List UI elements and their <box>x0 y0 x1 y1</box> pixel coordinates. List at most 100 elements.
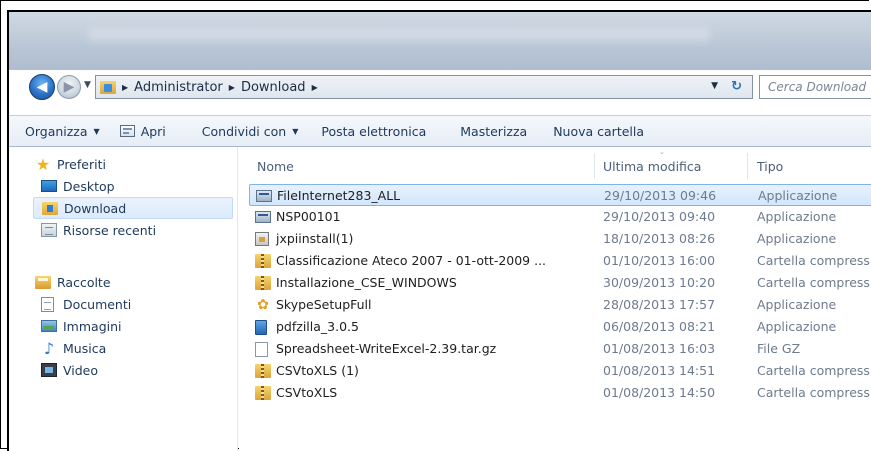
sidebar-group-libraries[interactable]: Raccolte <box>35 271 111 293</box>
column-header-name[interactable]: Nome <box>257 147 294 185</box>
file-row[interactable]: NSP00101 29/10/2013 09:40 Applicazione <box>249 206 871 228</box>
sidebar-item-music[interactable]: ♪ Musica <box>41 337 221 359</box>
star-icon: ★ <box>35 154 51 174</box>
pane-splitter[interactable] <box>237 147 238 451</box>
file-name: CSVtoXLS <box>276 385 338 400</box>
application-icon <box>255 211 271 223</box>
email-label: Posta elettronica <box>321 123 427 139</box>
file-name-cell: ✿ SkypeSetupFull <box>255 294 595 316</box>
file-type: Cartella compress <box>757 385 870 400</box>
burn-button[interactable]: Masterizza <box>460 124 527 139</box>
file-type: Cartella compress <box>757 253 870 268</box>
recent-places-icon <box>41 223 57 237</box>
search-input[interactable] <box>760 76 871 98</box>
file-type: Applicazione <box>757 297 837 312</box>
installer-icon <box>255 232 269 246</box>
email-button[interactable]: Posta elettronica <box>321 124 426 139</box>
download-folder-icon <box>42 201 58 215</box>
back-button[interactable]: ◀ <box>29 74 55 100</box>
file-type: File GZ <box>757 341 801 356</box>
refresh-icon[interactable]: ↻ <box>731 79 742 94</box>
file-modified: 29/10/2013 09:40 <box>603 209 716 224</box>
open-app-icon <box>119 125 135 137</box>
file-name: Classificazione Ateco 2007 - 01-ott-2009… <box>276 253 547 268</box>
file-modified: 01/08/2013 14:51 <box>603 363 716 378</box>
breadcrumb-separator-icon[interactable]: ▶ <box>229 83 235 92</box>
breadcrumb-administrator[interactable]: Administrator <box>134 80 223 95</box>
column-divider[interactable] <box>747 153 748 179</box>
file-modified: 01/08/2013 16:03 <box>603 341 716 356</box>
explorer-window: ◀ ▶ ▼ ▶ Administrator ▶ Download ▶ ▼ ↻ O… <box>7 10 871 451</box>
organize-button[interactable]: Organizza ▼ <box>25 124 100 139</box>
sidebar-item-video[interactable]: Video <box>41 359 221 381</box>
navigation-pane: ★ Preferiti Desktop Download Risorse rec… <box>9 147 237 451</box>
file-modified: 30/09/2013 10:20 <box>603 275 716 290</box>
pdf-app-icon <box>255 319 267 335</box>
address-bar[interactable]: ▶ Administrator ▶ Download ▶ ▼ ↻ <box>95 75 753 99</box>
sidebar-item-label: Immagini <box>63 318 122 334</box>
file-name-cell: NSP00101 <box>255 206 595 228</box>
sidebar-item-pictures[interactable]: Immagini <box>41 315 221 337</box>
file-row[interactable]: FileInternet283_ALL 29/10/2013 09:46 App… <box>249 184 871 206</box>
file-row[interactable]: CSVtoXLS (1) 01/08/2013 14:51 Cartella c… <box>249 360 871 382</box>
sidebar-item-download[interactable]: Download <box>33 197 233 219</box>
address-dropdown-icon[interactable]: ▼ <box>711 81 718 91</box>
file-row[interactable]: ✿ SkypeSetupFull 28/08/2013 17:57 Applica… <box>249 294 871 316</box>
pictures-icon <box>41 320 57 332</box>
column-divider[interactable] <box>594 153 595 179</box>
application-icon <box>256 190 272 202</box>
sidebar-item-desktop[interactable]: Desktop <box>41 175 221 197</box>
file-row[interactable]: jxpiinstall(1) 18/10/2013 08:26 Applicaz… <box>249 228 871 250</box>
file-name: NSP00101 <box>276 209 341 224</box>
file-name-cell: CSVtoXLS (1) <box>255 360 595 382</box>
back-arrow-icon: ◀ <box>36 79 48 95</box>
sidebar-item-label: Desktop <box>63 178 115 194</box>
file-name: CSVtoXLS (1) <box>276 363 359 378</box>
recent-pages-dropdown[interactable]: ▼ <box>84 80 91 90</box>
caret-down-icon: ▼ <box>93 126 100 136</box>
documents-icon <box>41 296 54 312</box>
breadcrumb-download[interactable]: Download <box>241 80 306 95</box>
libraries-icon <box>35 275 51 289</box>
file-type: Applicazione <box>757 231 837 246</box>
file-name-cell: Classificazione Ateco 2007 - 01-ott-2009… <box>255 250 595 272</box>
file-row[interactable]: Classificazione Ateco 2007 - 01-ott-2009… <box>249 250 871 272</box>
burn-label: Masterizza <box>460 123 528 139</box>
gz-file-icon <box>255 341 268 357</box>
file-type: Applicazione <box>757 209 837 224</box>
file-modified: 18/10/2013 08:26 <box>603 231 716 246</box>
file-name: FileInternet283_ALL <box>277 188 401 203</box>
sidebar-group-favorites[interactable]: ★ Preferiti <box>35 153 106 175</box>
forward-button[interactable]: ▶ <box>57 75 81 99</box>
download-folder-icon <box>100 80 116 94</box>
column-header-type[interactable]: Tipo <box>757 147 783 185</box>
new-folder-button[interactable]: Nuova cartella <box>553 124 644 139</box>
file-modified: 29/10/2013 09:46 <box>604 188 717 203</box>
file-name: SkypeSetupFull <box>276 297 372 312</box>
file-row[interactable]: Spreadsheet-WriteExcel-2.39.tar.gz 01/08… <box>249 338 871 360</box>
zip-folder-icon <box>255 254 271 268</box>
file-name: jxpiinstall(1) <box>276 231 354 246</box>
sidebar-item-documents[interactable]: Documenti <box>41 293 221 315</box>
sidebar-item-label: Video <box>63 362 99 378</box>
sidebar-item-recent-places[interactable]: Risorse recenti <box>41 219 221 241</box>
title-bar[interactable] <box>9 12 871 70</box>
forward-arrow-icon: ▶ <box>63 79 75 95</box>
file-name-cell: FileInternet283_ALL <box>256 185 596 207</box>
organize-label: Organizza <box>25 123 88 139</box>
search-box[interactable] <box>759 75 871 99</box>
sidebar-item-label: Documenti <box>63 296 132 312</box>
column-header-modified[interactable]: Ultima modifica <box>603 147 701 185</box>
open-button[interactable]: Apri <box>119 124 166 139</box>
breadcrumb-separator-icon[interactable]: ▶ <box>122 83 128 92</box>
file-row[interactable]: pdfzilla_3.0.5 06/08/2013 08:21 Applicaz… <box>249 316 871 338</box>
file-row[interactable]: CSVtoXLS 01/08/2013 14:50 Cartella compr… <box>249 382 871 404</box>
breadcrumb-separator-icon[interactable]: ▶ <box>312 83 318 92</box>
share-button[interactable]: Condividi con ▼ <box>202 124 299 139</box>
file-name: pdfzilla_3.0.5 <box>276 319 359 334</box>
file-modified: 01/10/2013 16:00 <box>603 253 716 268</box>
file-row[interactable]: Installazione_CSE_WINDOWS 30/09/2013 10:… <box>249 272 871 294</box>
file-type: Applicazione <box>757 319 837 334</box>
zip-folder-icon <box>255 386 271 400</box>
file-list: Nome ⌄ Ultima modifica Tipo FileInternet… <box>239 147 871 451</box>
